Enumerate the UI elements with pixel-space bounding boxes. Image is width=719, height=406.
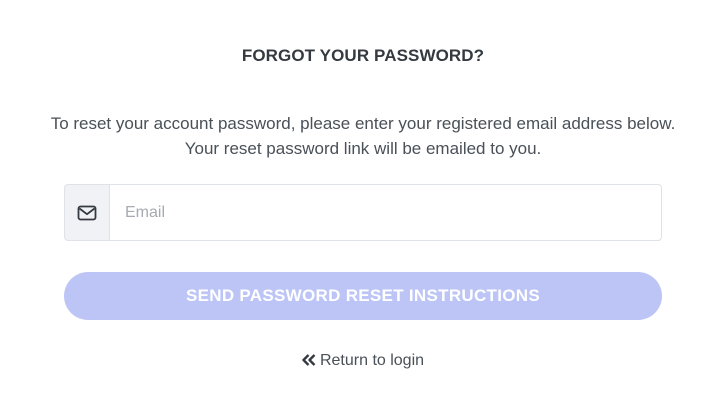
email-field[interactable]: [109, 184, 662, 241]
return-to-login-link[interactable]: Return to login: [0, 352, 719, 371]
double-chevron-left-icon: [302, 353, 316, 371]
forgot-password-page: FORGOT YOUR PASSWORD? To reset your acco…: [0, 0, 719, 406]
email-input-group: [64, 184, 662, 241]
page-title: FORGOT YOUR PASSWORD?: [241, 46, 485, 65]
instructions-text: To reset your account password, please e…: [50, 114, 676, 158]
envelope-icon: [64, 184, 109, 241]
return-to-login-label: Return to login: [319, 352, 425, 369]
send-reset-instructions-button[interactable]: SEND PASSWORD RESET INSTRUCTIONS: [64, 272, 662, 320]
